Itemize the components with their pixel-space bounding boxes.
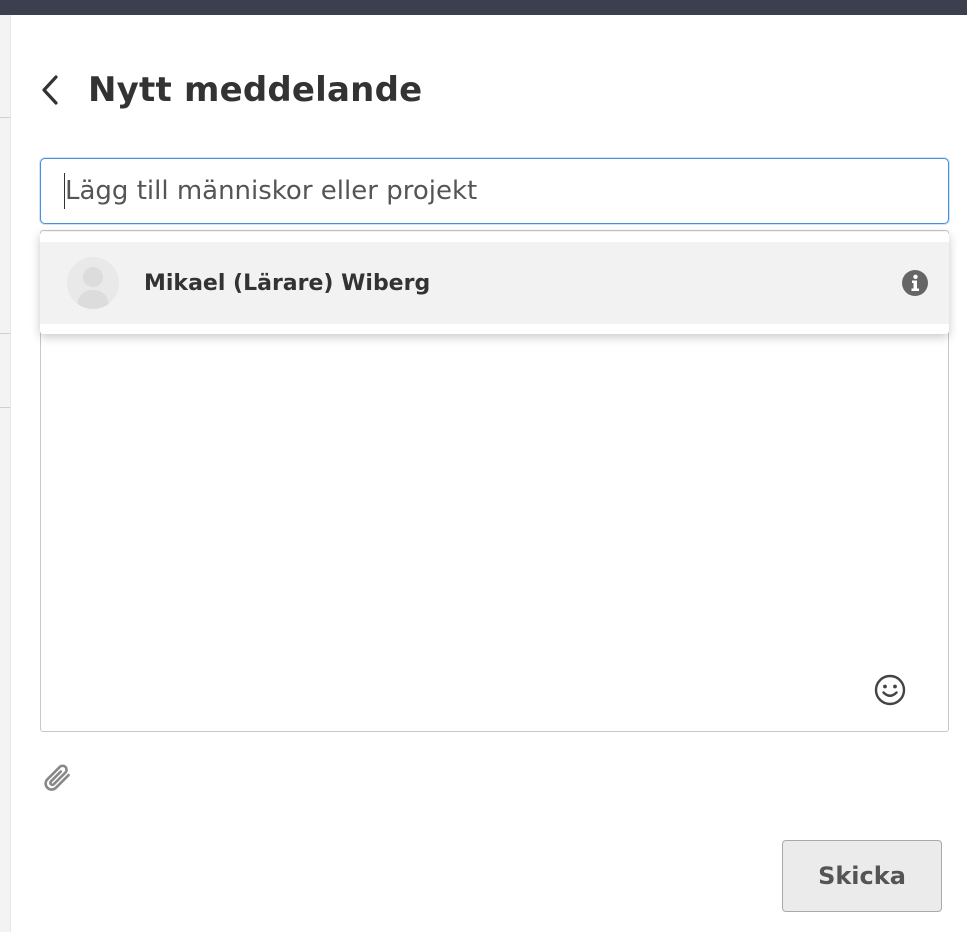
avatar	[67, 257, 119, 309]
info-button[interactable]	[901, 269, 929, 297]
default-avatar-icon	[77, 267, 109, 309]
panel-header: Nytt meddelande	[40, 70, 422, 110]
edge-divider	[0, 407, 10, 408]
paperclip-icon	[44, 764, 70, 791]
emoji-button[interactable]	[873, 673, 907, 707]
back-button[interactable]	[40, 70, 68, 110]
top-bar	[0, 0, 967, 15]
edge-divider	[0, 117, 10, 118]
smiley-icon	[874, 674, 906, 706]
attach-file-button[interactable]	[38, 760, 78, 800]
info-circle-icon	[902, 270, 928, 296]
text-caret	[64, 173, 65, 209]
chevron-left-icon	[42, 75, 58, 105]
page-title: Nytt meddelande	[88, 70, 423, 110]
suggestion-name: Mikael (Lärare) Wiberg	[144, 270, 431, 296]
recipient-search-input[interactable]	[40, 158, 949, 224]
background-panel-edge	[0, 15, 11, 932]
recipient-suggestions-dropdown: Mikael (Lärare) Wiberg	[40, 232, 949, 334]
send-button[interactable]: Skicka	[782, 840, 942, 912]
edge-divider	[0, 333, 10, 334]
suggestion-item[interactable]: Mikael (Lärare) Wiberg	[40, 242, 949, 324]
